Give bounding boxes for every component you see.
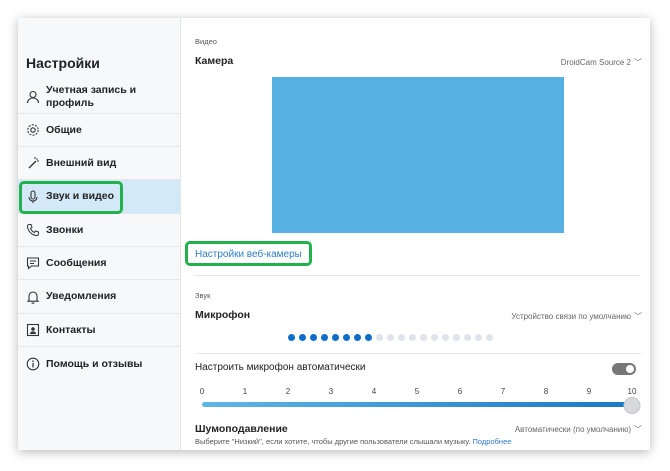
sidebar-item-account[interactable]: Учетная запись и профиль <box>18 80 180 114</box>
contact-card-icon <box>20 323 46 337</box>
sidebar-item-notifications[interactable]: Уведомления <box>18 280 180 314</box>
level-dot <box>299 334 306 341</box>
sidebar-item-general[interactable]: Общие <box>18 114 180 147</box>
level-dot <box>332 334 339 341</box>
volume-scale-label: 10 <box>627 387 637 396</box>
volume-scale-label: 3 <box>328 387 334 396</box>
level-dot <box>321 334 328 341</box>
microphone-level-meter <box>288 334 493 341</box>
sidebar-item-label: Внешний вид <box>46 156 117 169</box>
volume-scale-label: 1 <box>242 387 248 396</box>
camera-label: Камера <box>195 55 234 67</box>
sidebar-item-help[interactable]: Помощь и отзывы <box>18 347 180 381</box>
sidebar-item-messages[interactable]: Сообщения <box>18 247 180 280</box>
sidebar-item-label: Учетная запись и профиль <box>46 83 137 109</box>
microphone-label: Микрофон <box>195 309 251 321</box>
person-icon <box>20 90 46 104</box>
level-dot <box>398 334 405 341</box>
chevron-down-icon: ﹀ <box>634 425 642 434</box>
camera-select[interactable]: DroidCam Source 2 ﹀ <box>561 57 642 68</box>
level-dot <box>442 334 449 341</box>
camera-preview <box>272 77 564 233</box>
noise-suppression-select[interactable]: Автоматически (по умолчанию) ﹀ <box>515 424 642 435</box>
auto-adjust-toggle[interactable] <box>612 363 636 375</box>
sidebar-item-label: Звонки <box>46 223 84 236</box>
level-dot <box>420 334 427 341</box>
volume-scale-label: 9 <box>586 387 592 396</box>
volume-scale-label: 0 <box>199 387 205 396</box>
volume-slider-track[interactable] <box>202 402 632 407</box>
highlight-webcam-settings <box>185 241 312 266</box>
level-dot <box>343 334 350 341</box>
sidebar-item-appearance[interactable]: Внешний вид <box>18 147 180 180</box>
camera-select-value: DroidCam Source 2 <box>560 58 631 67</box>
volume-scale-label: 4 <box>371 387 377 396</box>
level-dot <box>376 334 383 341</box>
sidebar-item-label: Помощь и отзывы <box>46 357 143 370</box>
volume-scale-label: 5 <box>414 387 420 396</box>
sidebar-item-label: Общие <box>46 123 82 136</box>
sidebar-item-label: Уведомления <box>46 290 117 302</box>
volume-scale-label: 8 <box>543 387 549 396</box>
noise-suppression-note: Выберите "Низкий", если хотите, чтобы др… <box>195 437 511 446</box>
sidebar-item-calls[interactable]: Звонки <box>18 214 180 247</box>
level-dot <box>354 334 361 341</box>
noise-suppression-value: Автоматически (по умолчанию) <box>514 425 631 434</box>
level-dot <box>387 334 394 341</box>
volume-scale-label: 6 <box>457 387 463 396</box>
divider <box>195 275 641 276</box>
chevron-down-icon: ﹀ <box>634 58 642 67</box>
level-dot <box>464 334 471 341</box>
settings-content: Видео Камера DroidCam Source 2 ﹀ Настройк… <box>181 18 650 450</box>
divider <box>195 353 641 354</box>
auto-adjust-label: Настроить микрофон автоматически <box>195 362 366 373</box>
message-icon <box>20 256 46 270</box>
level-dot <box>288 334 295 341</box>
microphone-select-value: Устройство связи по умолчанию <box>511 312 631 321</box>
learn-more-link[interactable]: Подробнее <box>473 437 512 446</box>
sidebar: Настройки Учетная запись и профиль Общие… <box>18 18 181 450</box>
level-dot <box>453 334 460 341</box>
sidebar-item-label: Контакты <box>46 323 96 336</box>
microphone-select[interactable]: Устройство связи по умолчанию ﹀ <box>511 311 642 322</box>
sidebar-title: Настройки <box>26 55 100 71</box>
level-dot <box>475 334 482 341</box>
bell-icon <box>20 290 46 304</box>
gear-icon <box>20 123 46 137</box>
level-dot <box>431 334 438 341</box>
video-section-label: Видео <box>195 37 217 46</box>
sidebar-item-contacts[interactable]: Контакты <box>18 314 180 347</box>
noise-suppression-description: Выберите "Низкий", если хотите, чтобы др… <box>195 437 471 446</box>
noise-suppression-label: Шумоподавление <box>195 423 288 435</box>
toggle-knob <box>626 365 634 373</box>
chevron-down-icon: ﹀ <box>634 312 642 321</box>
volume-scale-label: 2 <box>285 387 291 396</box>
sidebar-item-label: Сообщения <box>46 256 107 269</box>
volume-slider-thumb[interactable] <box>623 397 641 414</box>
settings-window: Настройки Учетная запись и профиль Общие… <box>18 18 650 450</box>
magic-wand-icon <box>20 156 46 170</box>
level-dot <box>486 334 493 341</box>
volume-scale-label: 7 <box>500 387 506 396</box>
level-dot <box>365 334 372 341</box>
highlight-audio-video <box>19 181 123 214</box>
audio-section-label: Звук <box>195 291 211 300</box>
level-dot <box>310 334 317 341</box>
phone-icon <box>20 223 46 237</box>
info-icon <box>20 357 46 371</box>
level-dot <box>409 334 416 341</box>
